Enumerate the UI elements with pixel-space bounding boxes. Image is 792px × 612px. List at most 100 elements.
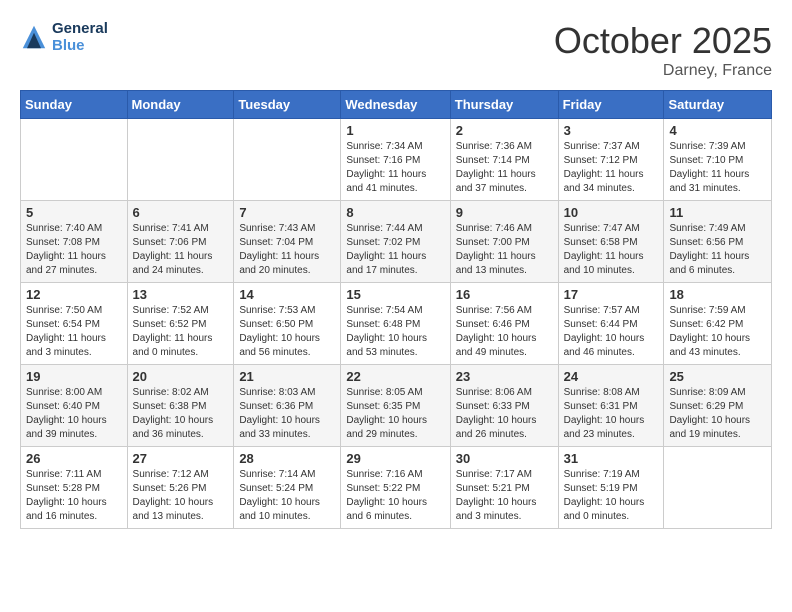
cell-info: Sunrise: 7:37 AM Sunset: 7:12 PM Dayligh… bbox=[564, 140, 659, 196]
calendar-cell: 9 Sunrise: 7:46 AM Sunset: 7:00 PM Daylig… bbox=[450, 201, 558, 283]
cell-info: Sunrise: 7:39 AM Sunset: 7:10 PM Dayligh… bbox=[669, 140, 766, 196]
cell-info: Sunrise: 7:47 AM Sunset: 6:58 PM Dayligh… bbox=[564, 222, 659, 278]
day-number: 8 bbox=[346, 205, 444, 220]
day-number: 5 bbox=[26, 205, 122, 220]
day-number: 10 bbox=[564, 205, 659, 220]
header-saturday: Saturday bbox=[664, 91, 772, 119]
cell-info: Sunrise: 7:19 AM Sunset: 5:19 PM Dayligh… bbox=[564, 468, 659, 524]
cell-info: Sunrise: 8:02 AM Sunset: 6:38 PM Dayligh… bbox=[133, 386, 229, 442]
calendar-cell: 7 Sunrise: 7:43 AM Sunset: 7:04 PM Daylig… bbox=[234, 201, 341, 283]
header-wednesday: Wednesday bbox=[341, 91, 450, 119]
header-thursday: Thursday bbox=[450, 91, 558, 119]
day-number: 19 bbox=[26, 369, 122, 384]
day-number: 23 bbox=[456, 369, 553, 384]
calendar-cell bbox=[21, 119, 128, 201]
day-number: 24 bbox=[564, 369, 659, 384]
cell-info: Sunrise: 7:12 AM Sunset: 5:26 PM Dayligh… bbox=[133, 468, 229, 524]
day-number: 26 bbox=[26, 451, 122, 466]
cell-info: Sunrise: 7:50 AM Sunset: 6:54 PM Dayligh… bbox=[26, 304, 122, 360]
calendar-cell: 3 Sunrise: 7:37 AM Sunset: 7:12 PM Daylig… bbox=[558, 119, 664, 201]
day-number: 4 bbox=[669, 123, 766, 138]
calendar-cell: 25 Sunrise: 8:09 AM Sunset: 6:29 PM Dayli… bbox=[664, 365, 772, 447]
calendar-cell: 16Sunrise: 7:56 AM Sunset: 6:46 PM Dayli… bbox=[450, 283, 558, 365]
cell-info: Sunrise: 7:44 AM Sunset: 7:02 PM Dayligh… bbox=[346, 222, 444, 278]
cell-info: Sunrise: 7:11 AM Sunset: 5:28 PM Dayligh… bbox=[26, 468, 122, 524]
calendar-body: 1Sunrise: 7:34 AM Sunset: 7:16 PM Daylig… bbox=[21, 119, 772, 529]
day-number: 29 bbox=[346, 451, 444, 466]
calendar-cell: 11 Sunrise: 7:49 AM Sunset: 6:56 PM Dayli… bbox=[664, 201, 772, 283]
day-number: 18 bbox=[669, 287, 766, 302]
calendar-cell: 28Sunrise: 7:14 AM Sunset: 5:24 PM Dayli… bbox=[234, 447, 341, 529]
cell-info: Sunrise: 7:14 AM Sunset: 5:24 PM Dayligh… bbox=[239, 468, 335, 524]
cell-info: Sunrise: 7:34 AM Sunset: 7:16 PM Dayligh… bbox=[346, 140, 444, 196]
calendar-cell: 20 Sunrise: 8:02 AM Sunset: 6:38 PM Dayli… bbox=[127, 365, 234, 447]
week-row-3: 19 Sunrise: 8:00 AM Sunset: 6:40 PM Dayli… bbox=[21, 365, 772, 447]
day-number: 14 bbox=[239, 287, 335, 302]
cell-info: Sunrise: 7:40 AM Sunset: 7:08 PM Dayligh… bbox=[26, 222, 122, 278]
logo-icon bbox=[20, 23, 48, 51]
calendar-cell: 22 Sunrise: 8:05 AM Sunset: 6:35 PM Dayli… bbox=[341, 365, 450, 447]
cell-info: Sunrise: 7:36 AM Sunset: 7:14 PM Dayligh… bbox=[456, 140, 553, 196]
calendar-cell: 8 Sunrise: 7:44 AM Sunset: 7:02 PM Daylig… bbox=[341, 201, 450, 283]
calendar-cell: 26 Sunrise: 7:11 AM Sunset: 5:28 PM Dayli… bbox=[21, 447, 128, 529]
day-number: 9 bbox=[456, 205, 553, 220]
cell-info: Sunrise: 7:54 AM Sunset: 6:48 PM Dayligh… bbox=[346, 304, 444, 360]
calendar-cell: 24Sunrise: 8:08 AM Sunset: 6:31 PM Dayli… bbox=[558, 365, 664, 447]
day-number: 27 bbox=[133, 451, 229, 466]
cell-info: Sunrise: 7:49 AM Sunset: 6:56 PM Dayligh… bbox=[669, 222, 766, 278]
calendar-cell: 30Sunrise: 7:17 AM Sunset: 5:21 PM Dayli… bbox=[450, 447, 558, 529]
calendar-cell: 23Sunrise: 8:06 AM Sunset: 6:33 PM Dayli… bbox=[450, 365, 558, 447]
day-number: 31 bbox=[564, 451, 659, 466]
cell-info: Sunrise: 7:53 AM Sunset: 6:50 PM Dayligh… bbox=[239, 304, 335, 360]
header: General Blue October 2025 Darney, France bbox=[20, 20, 772, 80]
calendar-cell: 15 Sunrise: 7:54 AM Sunset: 6:48 PM Dayli… bbox=[341, 283, 450, 365]
cell-info: Sunrise: 7:57 AM Sunset: 6:44 PM Dayligh… bbox=[564, 304, 659, 360]
day-number: 3 bbox=[564, 123, 659, 138]
cell-info: Sunrise: 7:59 AM Sunset: 6:42 PM Dayligh… bbox=[669, 304, 766, 360]
calendar-cell: 31 Sunrise: 7:19 AM Sunset: 5:19 PM Dayli… bbox=[558, 447, 664, 529]
week-row-4: 26 Sunrise: 7:11 AM Sunset: 5:28 PM Dayli… bbox=[21, 447, 772, 529]
calendar-cell: 5 Sunrise: 7:40 AM Sunset: 7:08 PM Daylig… bbox=[21, 201, 128, 283]
cell-info: Sunrise: 7:43 AM Sunset: 7:04 PM Dayligh… bbox=[239, 222, 335, 278]
cell-info: Sunrise: 8:00 AM Sunset: 6:40 PM Dayligh… bbox=[26, 386, 122, 442]
calendar-cell: 6Sunrise: 7:41 AM Sunset: 7:06 PM Daylig… bbox=[127, 201, 234, 283]
week-row-0: 1Sunrise: 7:34 AM Sunset: 7:16 PM Daylig… bbox=[21, 119, 772, 201]
logo-line1: General bbox=[52, 20, 108, 37]
day-number: 12 bbox=[26, 287, 122, 302]
month-title: October 2025 bbox=[554, 20, 772, 62]
day-number: 6 bbox=[133, 205, 229, 220]
calendar-cell: 10 Sunrise: 7:47 AM Sunset: 6:58 PM Dayli… bbox=[558, 201, 664, 283]
logo-line2: Blue bbox=[52, 37, 108, 54]
day-number: 20 bbox=[133, 369, 229, 384]
calendar-cell: 2 Sunrise: 7:36 AM Sunset: 7:14 PM Daylig… bbox=[450, 119, 558, 201]
cell-info: Sunrise: 7:52 AM Sunset: 6:52 PM Dayligh… bbox=[133, 304, 229, 360]
calendar-cell bbox=[664, 447, 772, 529]
day-number: 25 bbox=[669, 369, 766, 384]
calendar-cell: 19 Sunrise: 8:00 AM Sunset: 6:40 PM Dayli… bbox=[21, 365, 128, 447]
day-number: 15 bbox=[346, 287, 444, 302]
day-number: 17 bbox=[564, 287, 659, 302]
cell-info: Sunrise: 8:05 AM Sunset: 6:35 PM Dayligh… bbox=[346, 386, 444, 442]
cell-info: Sunrise: 7:46 AM Sunset: 7:00 PM Dayligh… bbox=[456, 222, 553, 278]
calendar-cell: 4 Sunrise: 7:39 AM Sunset: 7:10 PM Daylig… bbox=[664, 119, 772, 201]
day-number: 22 bbox=[346, 369, 444, 384]
cell-info: Sunrise: 8:09 AM Sunset: 6:29 PM Dayligh… bbox=[669, 386, 766, 442]
day-number: 2 bbox=[456, 123, 553, 138]
calendar-cell: 29 Sunrise: 7:16 AM Sunset: 5:22 PM Dayli… bbox=[341, 447, 450, 529]
cell-info: Sunrise: 7:16 AM Sunset: 5:22 PM Dayligh… bbox=[346, 468, 444, 524]
calendar-cell: 13 Sunrise: 7:52 AM Sunset: 6:52 PM Dayli… bbox=[127, 283, 234, 365]
header-tuesday: Tuesday bbox=[234, 91, 341, 119]
location-title: Darney, France bbox=[554, 62, 772, 80]
cell-info: Sunrise: 8:03 AM Sunset: 6:36 PM Dayligh… bbox=[239, 386, 335, 442]
day-number: 13 bbox=[133, 287, 229, 302]
header-row: Sunday Monday Tuesday Wednesday Thursday… bbox=[21, 91, 772, 119]
calendar-cell: 18 Sunrise: 7:59 AM Sunset: 6:42 PM Dayli… bbox=[664, 283, 772, 365]
week-row-2: 12 Sunrise: 7:50 AM Sunset: 6:54 PM Dayli… bbox=[21, 283, 772, 365]
calendar-table: Sunday Monday Tuesday Wednesday Thursday… bbox=[20, 90, 772, 529]
calendar-cell: 27 Sunrise: 7:12 AM Sunset: 5:26 PM Dayli… bbox=[127, 447, 234, 529]
day-number: 30 bbox=[456, 451, 553, 466]
day-number: 7 bbox=[239, 205, 335, 220]
day-number: 11 bbox=[669, 205, 766, 220]
header-monday: Monday bbox=[127, 91, 234, 119]
cell-info: Sunrise: 7:56 AM Sunset: 6:46 PM Dayligh… bbox=[456, 304, 553, 360]
